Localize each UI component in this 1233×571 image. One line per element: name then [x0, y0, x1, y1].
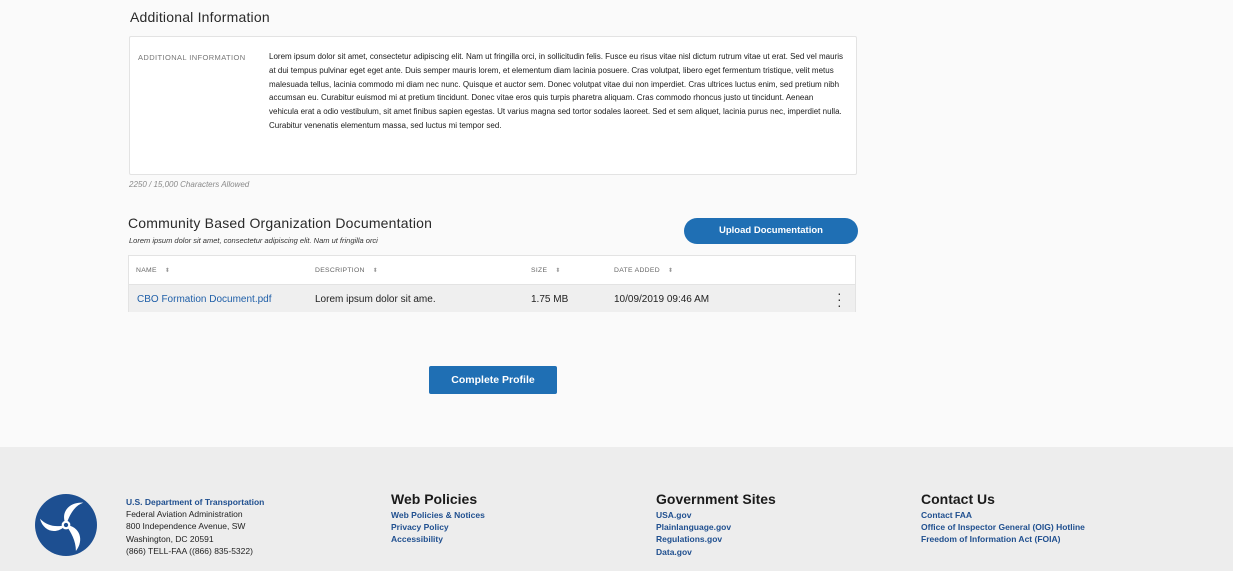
- site-footer: U.S. Department of Transportation Federa…: [0, 447, 1233, 571]
- column-label: DATE ADDED: [614, 267, 660, 274]
- footer-heading: Government Sites: [656, 491, 776, 507]
- footer-link-data-gov[interactable]: Data.gov: [656, 546, 776, 558]
- column-header-name[interactable]: NAME ⬍: [136, 267, 170, 274]
- documentation-subtitle: Lorem ipsum dolor sit amet, consectetur …: [129, 236, 378, 245]
- table-row: CBO Formation Document.pdf Lorem ipsum d…: [129, 284, 855, 312]
- footer-heading: Contact Us: [921, 491, 995, 507]
- upload-documentation-button[interactable]: Upload Documentation: [684, 218, 858, 244]
- additional-info-card: ADDITIONAL INFORMATION Lorem ipsum dolor…: [129, 36, 857, 175]
- sort-icon[interactable]: ⬍: [555, 268, 560, 274]
- footer-contact-us: Contact Us Contact FAA Office of Inspect…: [921, 491, 1085, 546]
- footer-address: U.S. Department of Transportation Federa…: [126, 496, 264, 557]
- column-header-description[interactable]: DESCRIPTION ⬍: [315, 267, 378, 274]
- phone-number: (866) TELL-FAA ((866) 835-5322): [126, 545, 253, 556]
- footer-link-regulations[interactable]: Regulations.gov: [656, 533, 776, 545]
- documents-table: NAME ⬍ DESCRIPTION ⬍ SIZE ⬍ DATE ADDED ⬍ CBO…: [128, 255, 856, 312]
- column-header-date-added[interactable]: DATE ADDED ⬍: [614, 267, 673, 274]
- column-label: SIZE: [531, 267, 548, 274]
- dot-department-link[interactable]: U.S. Department of Transportation: [126, 496, 264, 508]
- footer-link-accessibility[interactable]: Accessibility: [391, 533, 485, 545]
- document-name-link[interactable]: CBO Formation Document.pdf: [137, 294, 272, 305]
- sort-icon[interactable]: ⬍: [165, 268, 170, 274]
- footer-link-usa-gov[interactable]: USA.gov: [656, 509, 776, 521]
- document-description: Lorem ipsum dolor sit ame.: [315, 294, 436, 305]
- column-label: NAME: [136, 267, 157, 274]
- character-count: 2250 / 15,000 Characters Allowed: [129, 180, 250, 189]
- footer-web-policies: Web Policies Web Policies & Notices Priv…: [391, 491, 485, 546]
- additional-info-title: Additional Information: [130, 9, 270, 25]
- table-header: NAME ⬍ DESCRIPTION ⬍ SIZE ⬍ DATE ADDED ⬍: [129, 256, 855, 284]
- address-line: Washington, DC 20591: [126, 533, 214, 544]
- footer-link-web-policies[interactable]: Web Policies & Notices: [391, 509, 485, 521]
- complete-profile-button[interactable]: Complete Profile: [429, 366, 557, 394]
- dot-triskelion-logo: [35, 494, 97, 556]
- footer-link-foia[interactable]: Freedom of Information Act (FOIA): [921, 533, 1085, 545]
- footer-government-sites: Government Sites USA.gov Plainlanguage.g…: [656, 491, 776, 558]
- additional-info-text[interactable]: Lorem ipsum dolor sit amet, consectetur …: [269, 50, 844, 133]
- footer-heading: Web Policies: [391, 491, 478, 507]
- column-label: DESCRIPTION: [315, 267, 365, 274]
- documentation-title: Community Based Organization Documentati…: [128, 215, 433, 231]
- address-line: Federal Aviation Administration: [126, 509, 243, 520]
- footer-link-privacy-policy[interactable]: Privacy Policy: [391, 521, 485, 533]
- additional-info-label: ADDITIONAL INFORMATION: [138, 53, 246, 62]
- kebab-menu-icon[interactable]: · · ·: [837, 286, 842, 312]
- footer-link-plainlanguage[interactable]: Plainlanguage.gov: [656, 521, 776, 533]
- footer-link-contact-faa[interactable]: Contact FAA: [921, 509, 1085, 521]
- document-size: 1.75 MB: [531, 294, 569, 305]
- footer-link-oig-hotline[interactable]: Office of Inspector General (OIG) Hotlin…: [921, 521, 1085, 533]
- column-header-size[interactable]: SIZE ⬍: [531, 267, 561, 274]
- sort-icon[interactable]: ⬍: [373, 268, 378, 274]
- document-date-added: 10/09/2019 09:46 AM: [614, 294, 710, 305]
- address-line: 800 Independence Avenue, SW: [126, 521, 246, 532]
- sort-icon[interactable]: ⬍: [668, 268, 673, 274]
